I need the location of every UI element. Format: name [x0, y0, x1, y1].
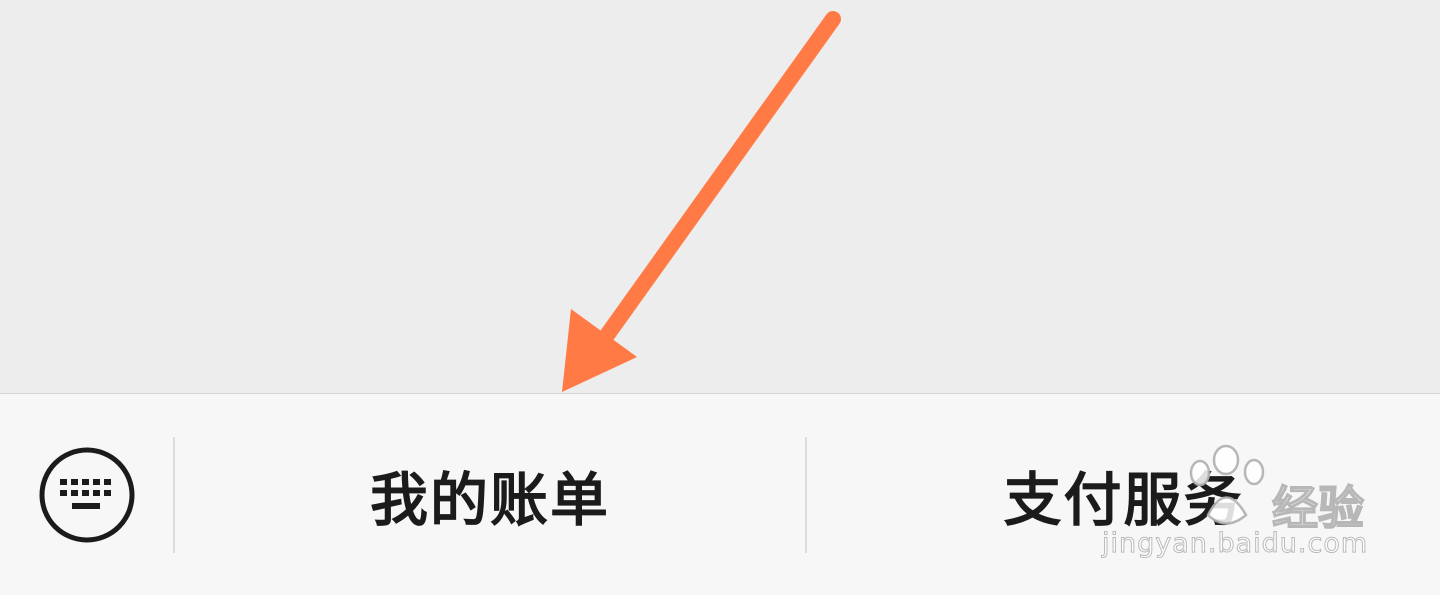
chat-area: [0, 0, 1440, 393]
keyboard-toggle-button[interactable]: [38, 446, 136, 544]
bottom-menu-bar: 我的账单 支付服务: [0, 393, 1440, 595]
payment-services-label: 支付服务: [1003, 466, 1244, 534]
keyboard-icon: [39, 447, 135, 543]
payment-services-button[interactable]: 支付服务: [807, 437, 1440, 553]
my-bills-button[interactable]: 我的账单: [175, 437, 805, 553]
my-bills-label: 我的账单: [369, 466, 610, 534]
